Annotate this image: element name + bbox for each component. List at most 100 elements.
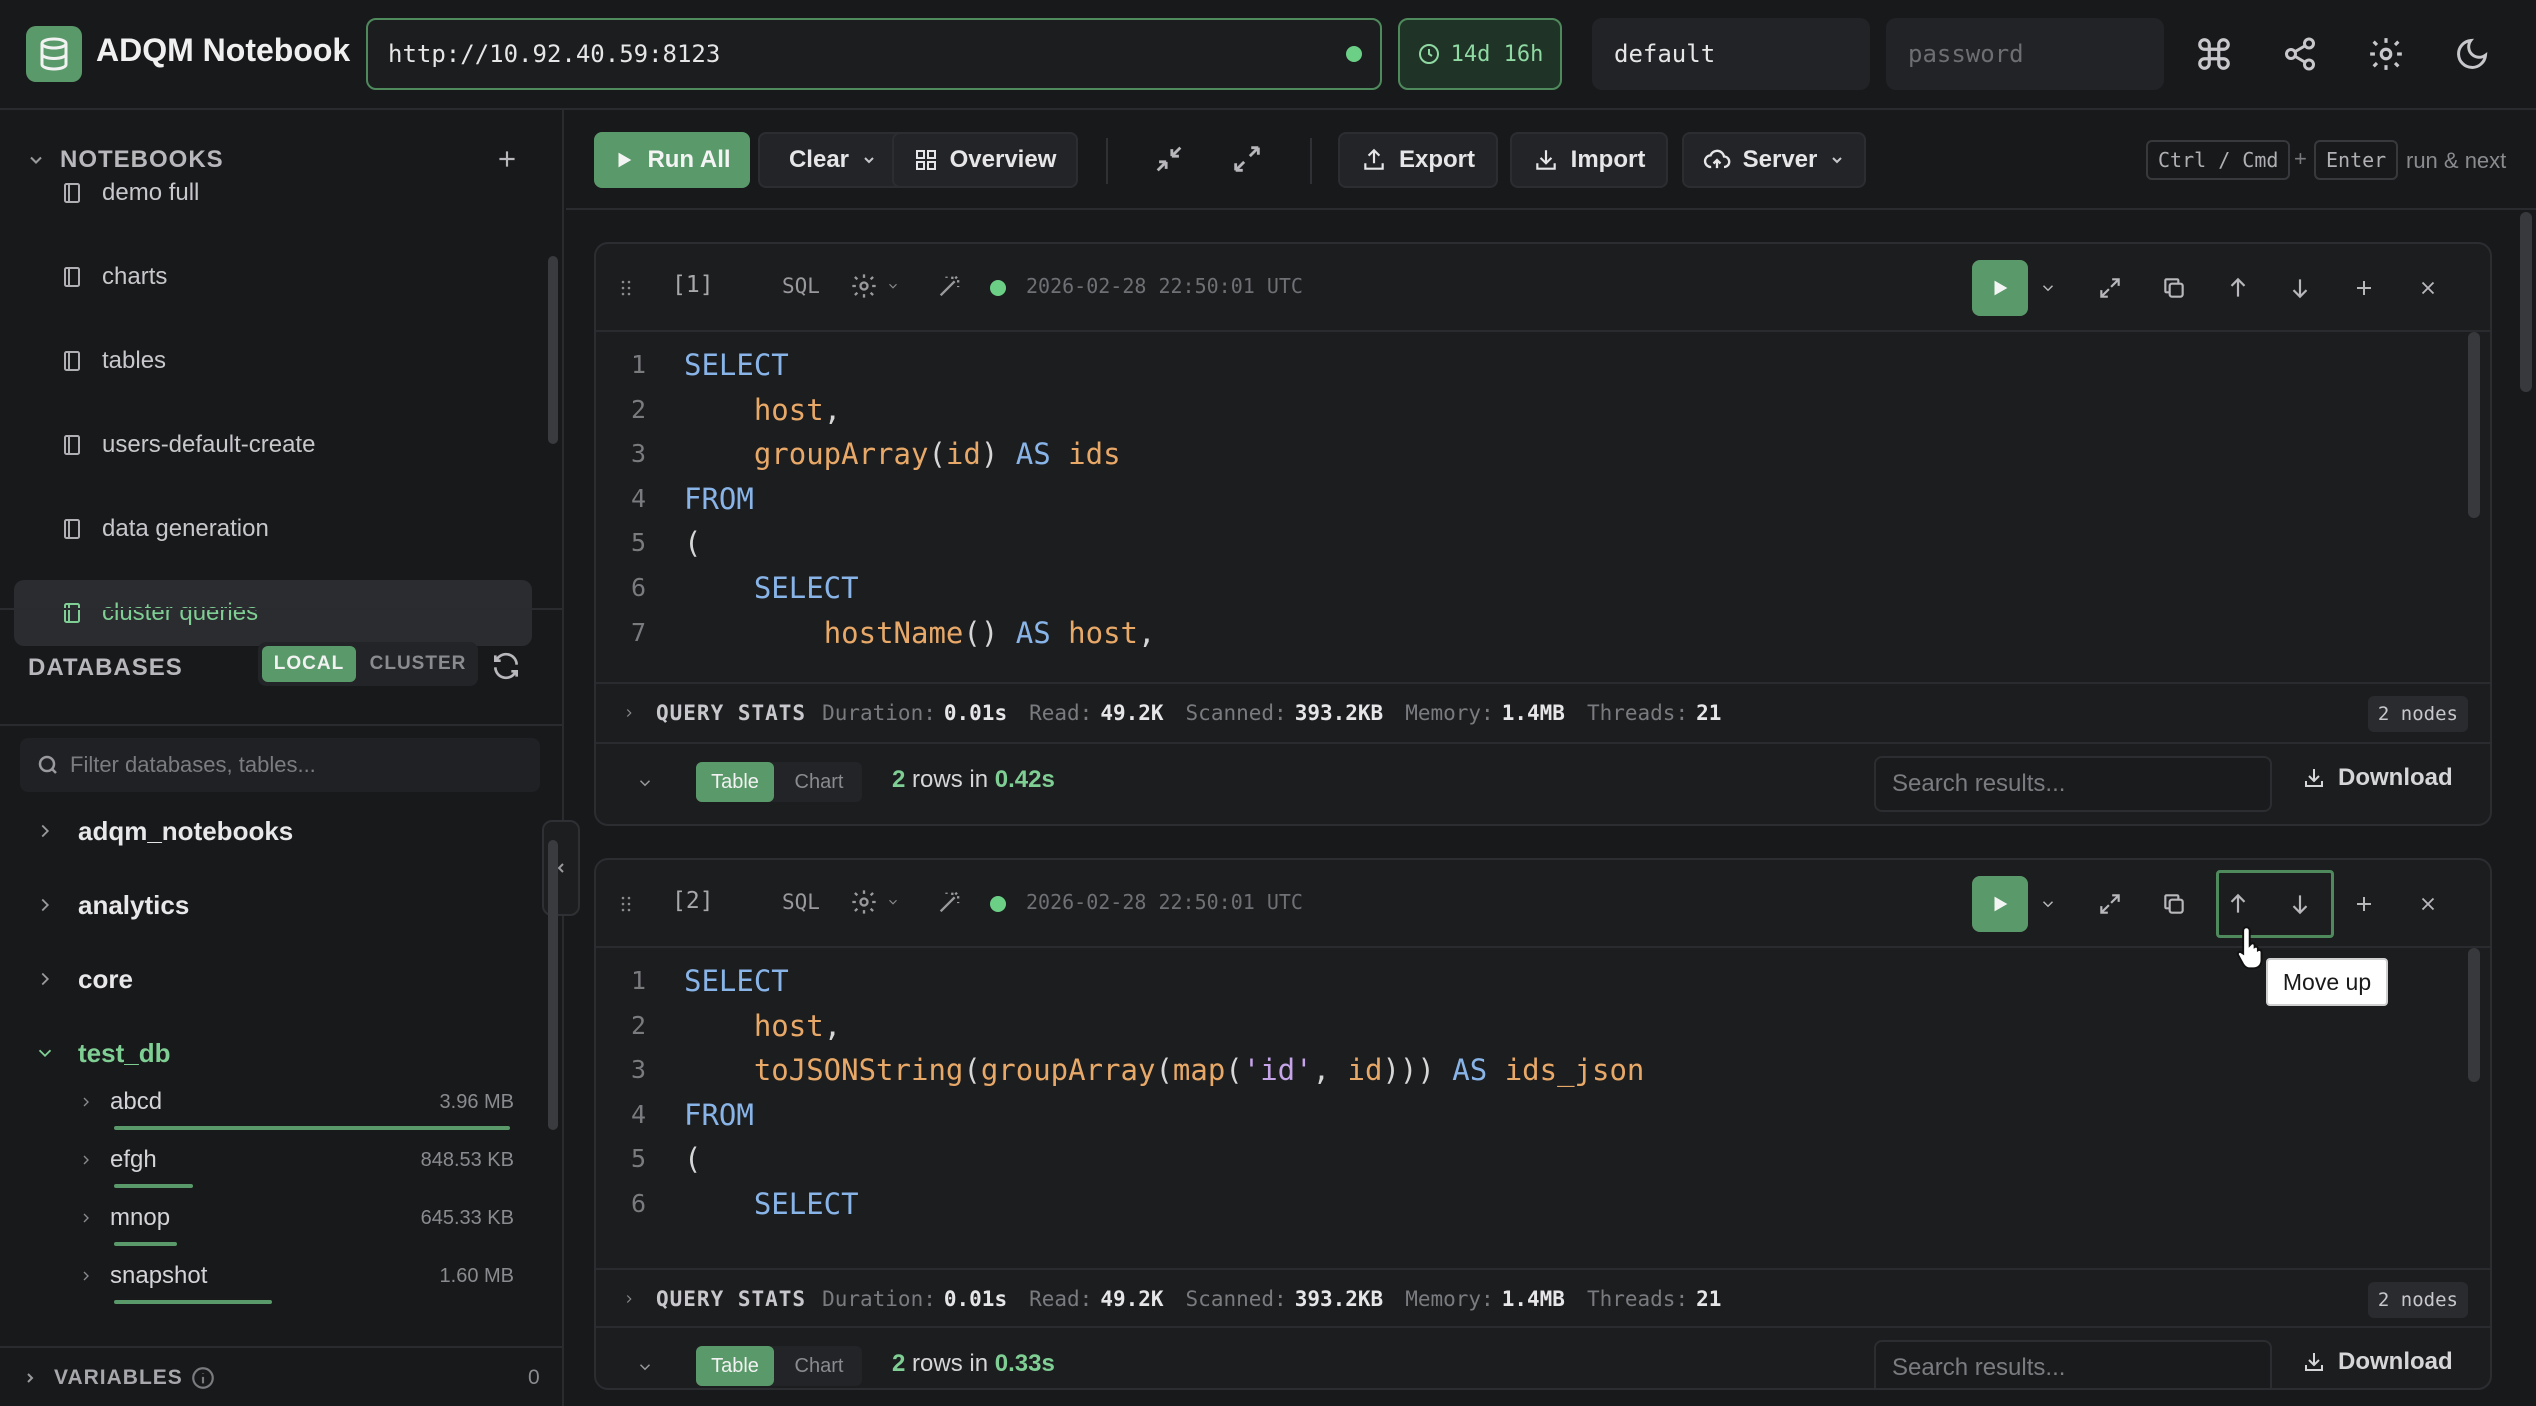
uptime-badge: 14d 16h <box>1398 18 1562 90</box>
database-item[interactable]: analytics <box>38 880 189 930</box>
variables-bar[interactable]: VARIABLES 0 <box>0 1346 562 1406</box>
code-token: ( <box>1155 1053 1173 1088</box>
cell-settings-button[interactable] <box>850 888 900 916</box>
table-name: abcd <box>110 1088 163 1115</box>
download-button[interactable]: Download <box>2302 764 2453 792</box>
code-token: ( <box>684 1142 702 1177</box>
info-icon[interactable] <box>190 1365 216 1391</box>
code-editor[interactable]: 1 SELECT 2 host, 3 toJSONString(groupArray(… <box>596 948 2490 1224</box>
cell-language[interactable]: SQL <box>782 274 820 298</box>
download-button[interactable]: Download <box>2302 1348 2453 1376</box>
notebook-item[interactable]: tables <box>14 328 532 394</box>
cell-settings-button[interactable] <box>850 272 900 300</box>
results-search-field[interactable] <box>1874 1340 2272 1388</box>
fullscreen-button[interactable] <box>2090 884 2130 924</box>
import-button[interactable]: Import <box>1510 132 1668 188</box>
table-item[interactable]: efgh 848.53 KB <box>78 1136 514 1184</box>
magic-wand-icon[interactable] <box>936 888 964 916</box>
chart-view-button[interactable]: Chart <box>780 1346 858 1386</box>
username-field[interactable] <box>1592 18 1870 90</box>
table-view-button[interactable]: Table <box>696 1346 774 1386</box>
password-input[interactable] <box>1886 18 2164 90</box>
moon-icon[interactable] <box>2452 34 2492 74</box>
drag-handle-icon[interactable] <box>614 276 638 300</box>
username-input[interactable] <box>1592 18 1870 90</box>
code-text: groupArray(id) AS ids <box>684 437 1121 471</box>
code-text: host, <box>684 393 841 427</box>
duration-label: Duration: <box>822 1287 936 1311</box>
table-view-button[interactable]: Table <box>696 762 774 802</box>
gear-icon[interactable] <box>2366 34 2406 74</box>
editor-scrollbar[interactable] <box>2468 948 2480 1082</box>
drag-handle-icon[interactable] <box>614 892 638 916</box>
notebook-item[interactable]: demo full <box>14 160 532 226</box>
run-options-button[interactable] <box>2028 268 2068 308</box>
cell-language[interactable]: SQL <box>782 890 820 914</box>
clear-button[interactable]: Clear <box>758 132 908 188</box>
line-number: 7 <box>630 617 646 647</box>
database-item[interactable]: core <box>38 954 133 1004</box>
password-field[interactable] <box>1886 18 2164 90</box>
overview-button[interactable]: Overview <box>892 132 1078 188</box>
filter-input[interactable] <box>70 738 530 792</box>
chart-view-button[interactable]: Chart <box>780 762 858 802</box>
notebook-item[interactable]: data generation <box>14 496 532 562</box>
databases-scrollbar[interactable] <box>548 840 558 1130</box>
add-cell-button[interactable] <box>2344 268 2384 308</box>
query-stats-bar[interactable]: QUERY STATS Duration: 0.01s Read: 49.2K Scann… <box>596 682 2490 742</box>
clock-icon <box>1418 44 1439 64</box>
notebooks-scrollbar[interactable] <box>548 256 558 444</box>
chevron-down-icon[interactable] <box>636 774 654 792</box>
chevron-down-icon[interactable] <box>636 1358 654 1376</box>
copy-button[interactable] <box>2154 268 2194 308</box>
table-item[interactable]: mnop 645.33 KB <box>78 1194 514 1242</box>
share-icon[interactable] <box>2280 34 2320 74</box>
results-search-field[interactable] <box>1874 756 2272 812</box>
magic-wand-icon[interactable] <box>936 272 964 300</box>
database-item[interactable]: test_db <box>38 1028 170 1078</box>
collapse-all-icon[interactable] <box>1152 142 1186 176</box>
run-cell-button[interactable] <box>1972 260 2028 316</box>
add-cell-button[interactable] <box>2344 884 2384 924</box>
run-cell-button[interactable] <box>1972 876 2028 932</box>
filter-field[interactable] <box>20 738 540 792</box>
toolbar-divider <box>1106 138 1108 184</box>
top-bar: ADQM Notebook 14d 16h <box>0 0 2536 110</box>
move-up-button[interactable] <box>2218 268 2258 308</box>
refresh-icon[interactable] <box>490 650 522 682</box>
query-stats-bar[interactable]: QUERY STATS Duration: 0.01s Read: 49.2K Scann… <box>596 1268 2490 1328</box>
run-options-button[interactable] <box>2028 884 2068 924</box>
chevron-right-icon <box>83 1097 89 1107</box>
results-search-input[interactable] <box>1876 758 2270 810</box>
page-scrollbar[interactable] <box>2520 212 2532 392</box>
copy-button[interactable] <box>2154 884 2194 924</box>
code-editor[interactable]: 1 SELECT 2 host, 3 groupArray(id) AS ids 4 FR… <box>596 332 2490 650</box>
notebook-item[interactable]: users-default-create <box>14 412 532 478</box>
notebook-item[interactable]: charts <box>14 244 532 310</box>
move-down-button[interactable] <box>2280 268 2320 308</box>
expand-all-icon[interactable] <box>1230 142 1264 176</box>
export-button[interactable]: Export <box>1338 132 1498 188</box>
notebook-item[interactable]: cluster queries <box>14 580 532 646</box>
close-button[interactable] <box>2408 268 2448 308</box>
command-icon[interactable] <box>2194 34 2234 74</box>
database-item[interactable]: adqm_notebooks <box>38 806 293 856</box>
table-item[interactable]: abcd 3.96 MB <box>78 1078 514 1126</box>
server-url-field[interactable] <box>366 18 1382 90</box>
notebook-label: cluster queries <box>102 599 259 626</box>
fullscreen-button[interactable] <box>2090 268 2130 308</box>
scope-local-button[interactable]: LOCAL <box>262 646 356 682</box>
editor-scrollbar[interactable] <box>2468 332 2480 518</box>
rows-info: 2 rows in 0.33s <box>892 1350 1055 1378</box>
results-search-input[interactable] <box>1876 1342 2270 1388</box>
run-all-button[interactable]: Run All <box>594 132 750 188</box>
server-button[interactable]: Server <box>1682 132 1866 188</box>
play-icon <box>1994 280 2008 296</box>
close-button[interactable] <box>2408 884 2448 924</box>
server-url-input[interactable] <box>388 20 1288 88</box>
scope-cluster-button[interactable]: CLUSTER <box>364 646 472 682</box>
table-item[interactable]: snapshot 1.60 MB <box>78 1252 514 1300</box>
